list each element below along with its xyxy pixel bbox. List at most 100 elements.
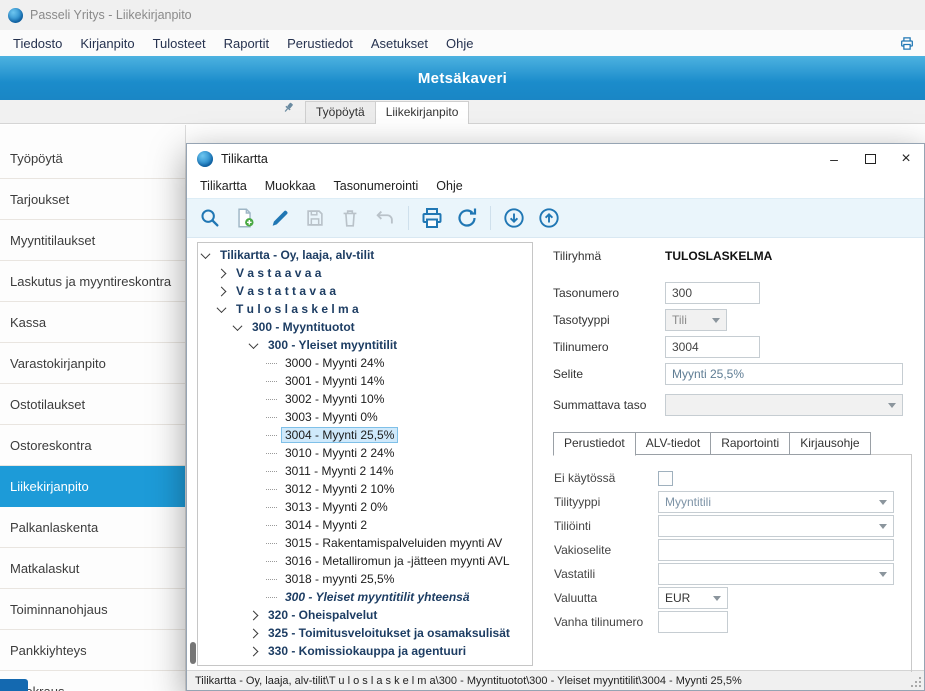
tree-row[interactable]: 3004 - Myynti 25,5% [198,426,532,444]
vanha-tilinumero-input[interactable] [658,611,728,633]
tree-row[interactable]: T u l o s l a s k e l m a [198,300,532,318]
chevron-right-icon[interactable] [217,286,227,296]
print-button[interactable] [417,203,447,233]
print-icon[interactable] [899,36,915,51]
tilinumero-input[interactable] [665,336,760,358]
tree-connector [266,579,277,580]
tree-connector [266,363,277,364]
sidebar-item[interactable]: Ostotilaukset [0,384,185,425]
move-up-button[interactable] [534,203,564,233]
sidebar-item[interactable]: Varastokirjanpito [0,343,185,384]
menubar-item[interactable]: Asetukset [362,33,437,54]
sidebar-item[interactable]: Matkalaskut [0,548,185,589]
maximize-button[interactable] [852,144,888,174]
tree-row[interactable]: 330 - Komissiokauppa ja agentuuri [198,642,532,660]
scrollbar-thumb[interactable] [190,642,196,664]
sidebar-item[interactable]: Tarjoukset [0,179,185,220]
tree-row[interactable]: 3018 - myynti 25,5% [198,570,532,588]
dialog-menu-item[interactable]: Tasonumerointi [325,176,428,196]
chevron-down-icon[interactable] [249,339,259,349]
chevron-down-icon[interactable] [217,303,227,313]
pin-icon[interactable] [282,101,295,119]
minimize-button[interactable]: – [816,144,852,174]
tree-item-label: 300 - Yleiset myyntitilit [264,337,401,353]
resize-grip[interactable] [910,676,922,688]
tree-row[interactable]: 3016 - Metalliromun ja -jätteen myynti A… [198,552,532,570]
search-button[interactable] [195,203,225,233]
close-button[interactable]: × [888,144,924,174]
tasotyyppi-value: Tili [672,313,708,327]
workspace-tab[interactable]: Liikekirjanpito [375,101,470,124]
sidebar-item[interactable]: Pankkiyhteys [0,630,185,671]
tree-row[interactable]: 3014 - Myynti 2 [198,516,532,534]
dialog-titlebar[interactable]: Tilikartta – × [187,144,924,174]
dialog-menu-item[interactable]: Muokkaa [256,176,325,196]
tree-row[interactable]: 300 - Yleiset myyntitilit yhteensä [198,588,532,606]
tree-row[interactable]: 3010 - Myynti 2 24% [198,444,532,462]
valuutta-select[interactable]: EUR [658,587,728,609]
tree-row[interactable]: 3013 - Myynti 2 0% [198,498,532,516]
sidebar-item[interactable]: Myyntitilaukset [0,220,185,261]
menubar-item[interactable]: Perustiedot [278,33,362,54]
tree-row[interactable]: 325 - Toimitusveloitukset ja osamaksulis… [198,624,532,642]
tree-row[interactable]: 3000 - Myynti 24% [198,354,532,372]
tree-row[interactable]: 3011 - Myynti 2 14% [198,462,532,480]
tree-row[interactable]: 3003 - Myynti 0% [198,408,532,426]
chevron-right-icon[interactable] [249,646,259,656]
tasotyyppi-select[interactable]: Tili [665,309,727,331]
sidebar-item[interactable]: Liikekirjanpito [0,466,185,507]
tiliointi-select[interactable] [658,515,894,537]
new-document-button[interactable] [230,203,260,233]
vakioselite-input[interactable] [658,539,894,561]
sidebar-item[interactable]: Työpöytä [0,138,185,179]
chevron-right-icon[interactable] [249,628,259,638]
edit-pencil-button[interactable] [265,203,295,233]
selite-input[interactable] [665,363,903,385]
sidebar-item[interactable]: Toiminnanohjaus [0,589,185,630]
delete-button[interactable] [335,203,365,233]
chevron-down-icon[interactable] [233,321,243,331]
tree-item-label: 300 - Yleiset myyntitilit yhteensä [281,589,474,605]
tree-row[interactable]: 3001 - Myynti 14% [198,372,532,390]
tree-item-label: Tilikartta - Oy, laaja, alv-tilit [216,247,378,263]
dialog-menu-item[interactable]: Tilikartta [191,176,256,196]
tree-row[interactable]: Tilikartta - Oy, laaja, alv-tilit [198,246,532,264]
window-title: Passeli Yritys - Liikekirjanpito [30,8,192,22]
ei-kaytossa-checkbox[interactable] [658,471,673,486]
tree-row[interactable]: 320 - Oheispalvelut [198,606,532,624]
menubar-item[interactable]: Kirjanpito [71,33,143,54]
tree-row[interactable]: V a s t a t t a v a a [198,282,532,300]
tree-row[interactable]: 300 - Myyntituotot [198,318,532,336]
sidebar-item[interactable]: Laskutus ja myyntireskontra [0,261,185,302]
vastatili-select[interactable] [658,563,894,585]
undo-button[interactable] [370,203,400,233]
tree-connector [266,507,277,508]
summattava-select[interactable] [665,394,903,416]
refresh-button[interactable] [452,203,482,233]
tree-row[interactable]: 3002 - Myynti 10% [198,390,532,408]
tree-row[interactable]: 300 - Yleiset myyntitilit [198,336,532,354]
save-button[interactable] [300,203,330,233]
menubar-item[interactable]: Ohje [437,33,482,54]
move-down-button[interactable] [499,203,529,233]
sidebar-item[interactable]: Kassa [0,302,185,343]
tree-row[interactable]: 3015 - Rakentamispalveluiden myynti AV [198,534,532,552]
menubar-item[interactable]: Tiedosto [4,33,71,54]
sidebar-item[interactable]: Palkanlaskenta [0,507,185,548]
workspace-tab[interactable]: Työpöytä [305,101,376,123]
form-tab[interactable]: Raportointi [710,432,790,455]
menubar-item[interactable]: Tulosteet [144,33,215,54]
chevron-down-icon[interactable] [201,249,211,259]
menubar-item[interactable]: Raportit [215,33,279,54]
sidebar-item[interactable]: Ostoreskontra [0,425,185,466]
chevron-right-icon[interactable] [249,610,259,620]
tree-row[interactable]: V a s t a a v a a [198,264,532,282]
form-tab[interactable]: ALV-tiedot [635,432,711,455]
tilityyppi-select[interactable]: Myyntitili [658,491,894,513]
tasonumero-input[interactable] [665,282,760,304]
dialog-menu-item[interactable]: Ohje [427,176,471,196]
tree-row[interactable]: 3012 - Myynti 2 10% [198,480,532,498]
chevron-right-icon[interactable] [217,268,227,278]
form-tab[interactable]: Perustiedot [553,432,636,456]
form-tab[interactable]: Kirjausohje [789,432,870,455]
